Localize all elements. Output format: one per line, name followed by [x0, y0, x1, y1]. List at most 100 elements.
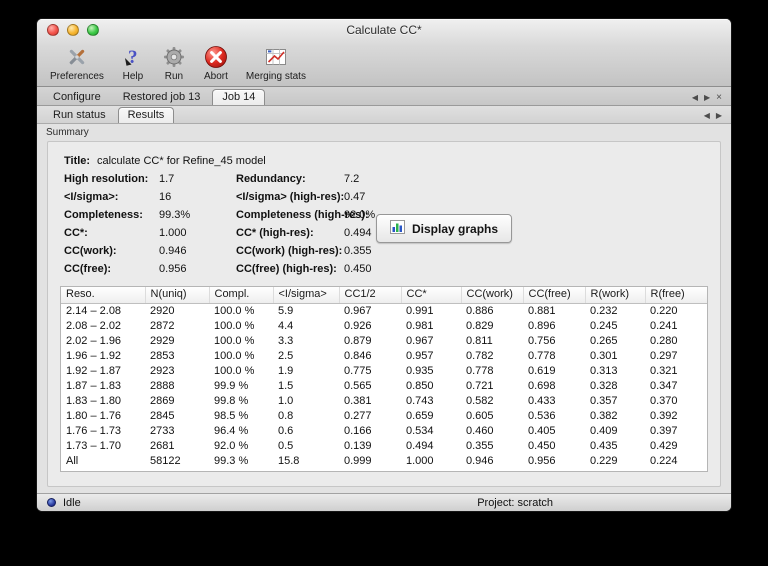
view-tab-bar: Run status Results ◀ ▶	[37, 106, 731, 124]
tab-results[interactable]: Results	[117, 107, 175, 123]
table-cell: 100.0 %	[214, 364, 255, 377]
table-cell: 0.881	[528, 304, 556, 317]
toolbar: Preferences ? Help Run Abort Merging sta…	[37, 41, 731, 86]
stats-table-container[interactable]: Reso. N(uniq) Compl. <I/sigma> CC1/2 CC* CC(wo…	[60, 286, 708, 472]
column-header[interactable]: Reso.	[61, 287, 146, 304]
table-row[interactable]: 1.96 – 1.92 2853 100.0 % 2.5 0.846 0.957 0.782…	[61, 348, 707, 363]
table-cell: 0.778	[528, 349, 556, 362]
column-header[interactable]: CC*	[401, 287, 462, 304]
table-cell: 92.0 %	[214, 439, 249, 452]
table-cell: 2.02 – 1.96	[66, 334, 122, 347]
column-header[interactable]: CC(free)	[523, 287, 586, 304]
preferences-button[interactable]: Preferences	[47, 44, 107, 82]
toolbar-item-label: Preferences	[50, 71, 104, 82]
table-row[interactable]: All 58122 99.3 % 15.8 0.999 1.000 0.946 0.956 0.…	[61, 453, 707, 468]
toolbar-item-label: Merging stats	[245, 71, 306, 82]
summary-value: 0.450	[344, 263, 372, 275]
table-cell: 0.429	[650, 439, 678, 452]
table-cell: 100.0 %	[214, 334, 255, 347]
help-button[interactable]: ? Help	[119, 44, 147, 82]
tab-scroll-right-icon[interactable]: ▶	[701, 93, 713, 105]
tab-configure[interactable]: Configure	[43, 89, 111, 105]
run-button[interactable]: Run	[159, 44, 189, 82]
view-tab-scroll-left-icon[interactable]: ◀	[701, 111, 713, 123]
tab-job-14[interactable]: Job 14	[212, 89, 266, 105]
table-cell: 2872	[150, 319, 175, 332]
table-cell: 0.433	[528, 394, 556, 407]
table-row[interactable]: 1.92 – 1.87 2923 100.0 % 1.9 0.775 0.935 0.778…	[61, 363, 707, 378]
summary-value: 0.956	[159, 263, 187, 275]
column-header[interactable]: N(uniq)	[145, 287, 210, 304]
table-cell: 1.0	[278, 394, 294, 407]
column-header[interactable]: R(free)	[645, 287, 707, 304]
minimize-window-button[interactable]	[67, 24, 79, 36]
table-cell: 99.3 %	[214, 454, 249, 467]
tab-restored-job-13[interactable]: Restored job 13	[113, 89, 211, 105]
table-cell: 1.73 – 1.70	[66, 439, 122, 452]
column-header[interactable]: R(work)	[585, 287, 646, 304]
table-row[interactable]: 2.02 – 1.96 2929 100.0 % 3.3 0.879 0.967 0.811…	[61, 333, 707, 348]
summary-label: Redundancy:	[236, 173, 306, 185]
table-cell: 0.265	[590, 334, 618, 347]
status-indicator-icon	[47, 498, 56, 507]
summary-label: Completeness:	[64, 209, 143, 221]
table-row[interactable]: 2.08 – 2.02 2872 100.0 % 4.4 0.926 0.981 0.829…	[61, 318, 707, 333]
zoom-window-button[interactable]	[87, 24, 99, 36]
table-cell: 0.450	[528, 439, 556, 452]
summary-label: <I/sigma> (high-res):	[236, 191, 345, 203]
table-row[interactable]: 1.80 – 1.76 2845 98.5 % 0.8 0.277 0.659 0.605 0…	[61, 408, 707, 423]
column-header[interactable]: <I/sigma>	[273, 287, 340, 304]
summary-label: CC*:	[64, 227, 88, 239]
table-row[interactable]: 1.87 – 1.83 2888 99.9 % 1.5 0.565 0.850 0.721 0…	[61, 378, 707, 393]
table-cell: 58122	[150, 454, 181, 467]
table-cell: 0.224	[650, 454, 678, 467]
summary-value: 99.3%	[159, 209, 191, 221]
tab-close-icon[interactable]: ×	[713, 93, 725, 105]
table-cell: 2681	[150, 439, 175, 452]
table-cell: 0.8	[278, 409, 294, 422]
title-bar[interactable]: Calculate CC*	[37, 19, 731, 41]
tab-run-status[interactable]: Run status	[43, 107, 116, 123]
display-graphs-button[interactable]: Display graphs	[376, 214, 513, 243]
table-cell: 0.778	[466, 364, 494, 377]
project-label: Project: scratch	[477, 496, 553, 509]
table-cell: 0.957	[406, 349, 434, 362]
table-cell: 0.232	[590, 304, 618, 317]
summary-value: 0.946	[159, 245, 187, 257]
tab-scroll-left-icon[interactable]: ◀	[689, 93, 701, 105]
table-cell: 0.967	[344, 304, 372, 317]
column-header[interactable]: Compl.	[209, 287, 274, 304]
table-row[interactable]: 1.76 – 1.73 2733 96.4 % 0.6 0.166 0.534 0.460 0…	[61, 423, 707, 438]
table-row[interactable]: 1.73 – 1.70 2681 92.0 % 0.5 0.139 0.494 0.355 0…	[61, 438, 707, 453]
summary-value: 1.000	[159, 227, 187, 239]
table-cell: 0.981	[406, 319, 434, 332]
table-row[interactable]: 2.14 – 2.08 2920 100.0 % 5.9 0.967 0.991 0.886…	[61, 303, 707, 318]
table-cell: 1.80 – 1.76	[66, 409, 122, 422]
table-cell: 0.494	[406, 439, 434, 452]
table-cell: 2888	[150, 379, 175, 392]
table-row[interactable]: 1.83 – 1.80 2869 99.8 % 1.0 0.381 0.743 0.582 0…	[61, 393, 707, 408]
table-cell: 0.166	[344, 424, 372, 437]
summary-label: Title:	[64, 155, 91, 167]
table-cell: 0.397	[650, 424, 678, 437]
table-cell: 0.370	[650, 394, 678, 407]
table-cell: 0.879	[344, 334, 372, 347]
table-cell: 0.460	[466, 424, 494, 437]
table-cell: 1.000	[406, 454, 434, 467]
table-cell: 2929	[150, 334, 175, 347]
view-tab-scroll-right-icon[interactable]: ▶	[713, 111, 725, 123]
table-cell: 0.605	[466, 409, 494, 422]
table-body: 2.14 – 2.08 2920 100.0 % 5.9 0.967 0.991 0.886…	[61, 303, 707, 468]
table-header-row: Reso. N(uniq) Compl. <I/sigma> CC1/2 CC* CC(wo…	[61, 287, 707, 304]
merging-stats-button[interactable]: Merging stats	[243, 44, 309, 82]
summary-label: Completeness (high-res):	[236, 209, 369, 221]
column-header[interactable]: CC1/2	[339, 287, 402, 304]
close-window-button[interactable]	[47, 24, 59, 36]
column-header[interactable]: CC(work)	[461, 287, 524, 304]
table-cell: 4.4	[278, 319, 294, 332]
table-cell: 0.721	[466, 379, 494, 392]
help-icon: ?	[122, 44, 144, 70]
table-cell: 2845	[150, 409, 175, 422]
abort-button[interactable]: Abort	[201, 44, 231, 82]
table-cell: 0.956	[528, 454, 556, 467]
